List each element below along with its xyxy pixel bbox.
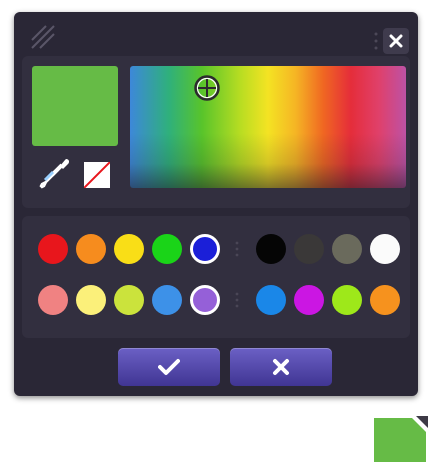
color-picker-dialog <box>14 12 418 396</box>
color-swatch[interactable] <box>114 234 144 264</box>
color-swatch[interactable] <box>256 234 286 264</box>
confirm-button[interactable] <box>118 348 220 386</box>
divider-dots-icon <box>235 241 239 257</box>
close-button[interactable] <box>383 28 409 54</box>
spectrum-cursor-icon[interactable] <box>193 74 221 102</box>
drag-handle-icon[interactable] <box>374 30 378 52</box>
no-color-icon <box>84 162 110 188</box>
color-swatch[interactable] <box>370 285 400 315</box>
color-swatch[interactable] <box>190 234 220 264</box>
resize-grip-icon[interactable] <box>30 24 58 52</box>
color-swatch[interactable] <box>190 285 220 315</box>
color-swatch[interactable] <box>76 234 106 264</box>
checkmark-icon <box>158 359 180 375</box>
color-spectrum[interactable] <box>130 66 406 188</box>
color-swatch[interactable] <box>152 234 182 264</box>
divider-dots-icon <box>235 292 239 308</box>
cross-icon <box>273 359 289 375</box>
color-swatch[interactable] <box>152 285 182 315</box>
color-swatch[interactable] <box>370 234 400 264</box>
no-color-button[interactable] <box>84 162 110 188</box>
color-swatch[interactable] <box>294 234 324 264</box>
close-icon <box>389 34 403 48</box>
color-swatch[interactable] <box>114 285 144 315</box>
color-swatch[interactable] <box>332 234 362 264</box>
current-color-preview <box>32 66 118 146</box>
color-picker-toggle-fill <box>374 418 426 462</box>
color-swatch[interactable] <box>332 285 362 315</box>
color-picker-panel <box>22 56 410 208</box>
eyedropper-icon[interactable] <box>36 156 72 192</box>
color-swatch[interactable] <box>256 285 286 315</box>
swatch-palette <box>22 216 410 338</box>
color-swatch[interactable] <box>38 234 68 264</box>
color-swatch[interactable] <box>76 285 106 315</box>
color-picker-toggle[interactable] <box>372 412 428 464</box>
cancel-button[interactable] <box>230 348 332 386</box>
color-swatch[interactable] <box>294 285 324 315</box>
color-swatch[interactable] <box>38 285 68 315</box>
